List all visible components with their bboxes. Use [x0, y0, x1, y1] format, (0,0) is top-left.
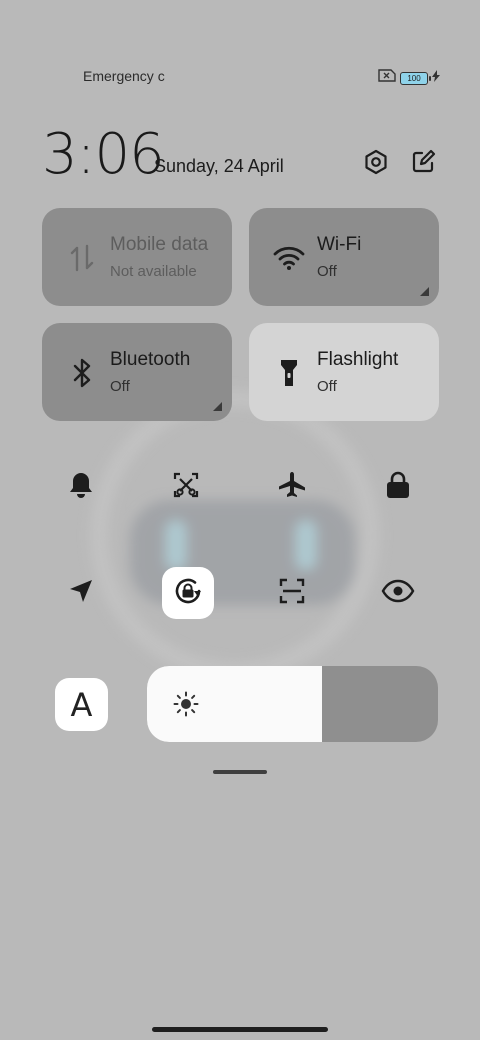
panel-drag-handle[interactable]	[213, 770, 267, 774]
edit-button[interactable]	[407, 148, 439, 180]
settings-icon	[363, 149, 389, 180]
scanner-icon	[278, 577, 306, 610]
edit-icon	[410, 149, 436, 180]
tile-state: Off	[317, 378, 337, 395]
status-bar: Emergency c 100	[0, 66, 480, 88]
battery-icon: 100	[400, 71, 431, 85]
navigation-bar[interactable]	[152, 1027, 328, 1032]
bell-icon	[68, 471, 94, 504]
flashlight-tile[interactable]: Flashlight Off	[249, 323, 439, 421]
airplane-icon	[277, 470, 307, 505]
tile-state: Off	[317, 263, 337, 280]
bluetooth-tile[interactable]: Bluetooth Off	[42, 323, 232, 421]
flashlight-icon	[273, 357, 305, 389]
tile-label: Bluetooth	[110, 349, 191, 370]
airplane-toggle[interactable]	[266, 461, 318, 513]
auto-brightness-button[interactable]: A	[55, 678, 108, 731]
wallpaper-art	[90, 390, 390, 690]
tile-state: Off	[110, 378, 130, 395]
location-icon	[68, 578, 94, 609]
location-toggle[interactable]	[55, 567, 107, 619]
date-text: Sunday, 24 April	[154, 156, 284, 176]
brightness-slider[interactable]	[147, 666, 438, 742]
carrier-text: Emergency c	[83, 68, 165, 84]
rotation-lock-toggle[interactable]	[162, 567, 214, 619]
tile-label: Wi-Fi	[317, 234, 362, 255]
screenshot-icon	[172, 471, 200, 504]
sound-toggle[interactable]	[55, 461, 107, 513]
expand-corner-icon[interactable]	[213, 402, 222, 411]
settings-button[interactable]	[360, 148, 392, 180]
bluetooth-icon	[66, 357, 98, 389]
screenshot-toggle[interactable]	[160, 461, 212, 513]
clock: 3:06	[42, 122, 165, 187]
mobile-data-tile[interactable]: Mobile data Not available	[42, 208, 232, 306]
no-sim-icon	[378, 69, 396, 87]
lock-screen-toggle[interactable]	[372, 461, 424, 513]
tile-state: Not available	[110, 263, 197, 280]
eye-icon	[381, 579, 415, 608]
tile-label: Mobile data	[110, 234, 209, 255]
wifi-tile[interactable]: Wi-Fi Off	[249, 208, 439, 306]
mobile-data-icon	[66, 242, 98, 274]
wifi-icon	[273, 242, 305, 274]
lock-icon	[386, 471, 410, 504]
charging-icon	[432, 69, 440, 87]
reading-mode-toggle[interactable]	[372, 567, 424, 619]
rotation-lock-icon	[171, 574, 205, 613]
tile-label: Flashlight	[317, 349, 399, 370]
expand-corner-icon[interactable]	[420, 287, 429, 296]
sun-icon	[173, 691, 199, 717]
scanner-toggle[interactable]	[266, 567, 318, 619]
